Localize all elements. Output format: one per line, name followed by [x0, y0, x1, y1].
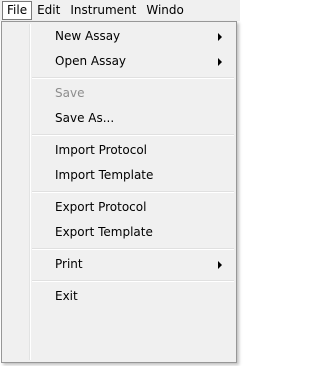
menu-separator: [2, 277, 236, 284]
menu-item-label: Import Protocol: [55, 143, 147, 157]
menu-window[interactable]: Windo: [141, 1, 189, 20]
menu-item-label: Export Protocol: [55, 200, 147, 214]
menu-item-save[interactable]: Save: [2, 81, 236, 106]
submenu-arrow-icon: [218, 58, 222, 66]
menu-item-label: Import Template: [55, 168, 154, 182]
submenu-arrow-icon: [218, 33, 222, 41]
menu-item-new-assay[interactable]: New Assay: [2, 24, 236, 49]
menu-item-print[interactable]: Print: [2, 252, 236, 277]
menu-item-label: Print: [55, 257, 83, 271]
menu-item-label: Save: [55, 86, 85, 100]
menu-item-label: New Assay: [55, 29, 121, 43]
menu-file[interactable]: File: [2, 1, 33, 20]
menu-bar: File Edit Instrument Windo: [0, 0, 240, 21]
menu-item-export-protocol[interactable]: Export Protocol: [2, 195, 236, 220]
menu-items-list: New Assay Open Assay Save Save As... Imp…: [2, 24, 236, 309]
menu-item-import-protocol[interactable]: Import Protocol: [2, 138, 236, 163]
menu-separator: [2, 245, 236, 252]
submenu-arrow-icon: [218, 261, 222, 269]
menu-item-import-template[interactable]: Import Template: [2, 163, 236, 188]
menu-item-open-assay[interactable]: Open Assay: [2, 49, 236, 74]
menu-separator: [2, 131, 236, 138]
menu-item-save-as[interactable]: Save As...: [2, 106, 236, 131]
menu-item-exit[interactable]: Exit: [2, 284, 236, 309]
menu-separator: [2, 188, 236, 195]
menu-instrument[interactable]: Instrument: [65, 1, 141, 20]
menu-item-label: Exit: [55, 289, 78, 303]
file-dropdown-menu: New Assay Open Assay Save Save As... Imp…: [1, 21, 237, 363]
menu-separator: [2, 74, 236, 81]
menu-item-label: Export Template: [55, 225, 153, 239]
menu-edit[interactable]: Edit: [32, 1, 65, 20]
menu-item-label: Open Assay: [55, 54, 127, 68]
menu-item-label: Save As...: [55, 111, 115, 125]
menu-item-export-template[interactable]: Export Template: [2, 220, 236, 245]
